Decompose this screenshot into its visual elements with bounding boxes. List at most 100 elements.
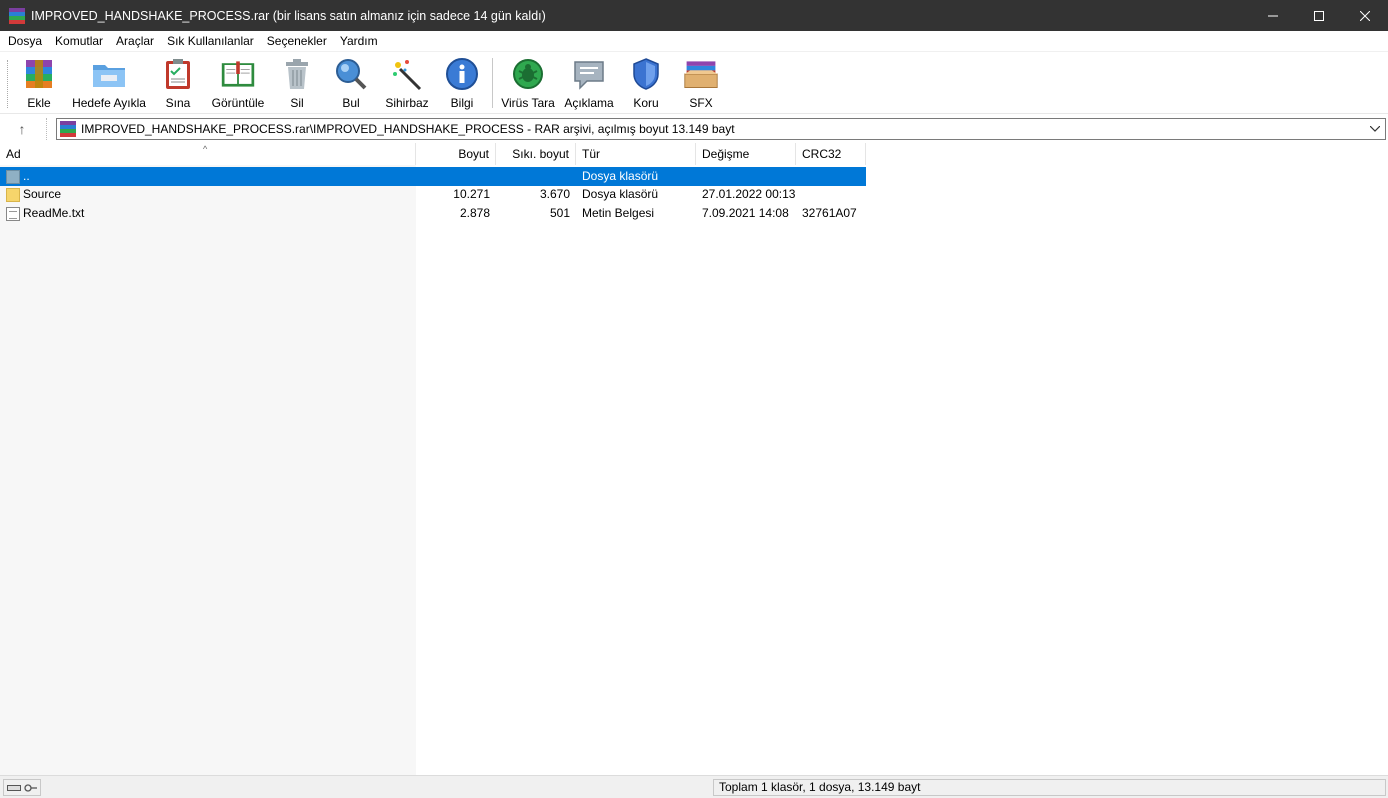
text-file-icon — [6, 206, 20, 221]
test-button[interactable]: Sına — [160, 56, 196, 112]
file-packed-size: 3.670 — [539, 187, 570, 201]
info-icon — [444, 56, 480, 92]
menu-bar: Dosya Komutlar Araçlar Sık Kullanılanlar… — [0, 31, 1388, 51]
find-button[interactable]: Bul — [332, 56, 370, 112]
view-button-label: Görüntüle — [211, 96, 265, 110]
sfx-box-icon — [683, 56, 719, 92]
trash-icon — [279, 56, 315, 92]
menu-araclar[interactable]: Araçlar — [110, 31, 161, 51]
sfx-button[interactable]: SFX — [678, 56, 724, 112]
status-summary: Toplam 1 klasör, 1 dosya, 13.149 bayt — [713, 779, 1386, 796]
file-crc: 32761A07 — [802, 206, 857, 220]
menu-secenekler[interactable]: Seçenekler — [261, 31, 334, 51]
file-packed-size: 501 — [549, 206, 570, 220]
toolbar-grip[interactable] — [7, 60, 9, 108]
file-crc — [796, 167, 866, 186]
shield-icon — [628, 56, 664, 92]
winrar-app-icon — [9, 7, 25, 24]
extract-folder-icon — [91, 56, 127, 92]
column-header-name[interactable]: Ad ^ — [0, 143, 416, 165]
protect-button[interactable]: Koru — [628, 56, 664, 112]
view-book-icon — [220, 56, 256, 92]
sfx-button-label: SFX — [689, 96, 713, 110]
delete-button-label: Sil — [290, 96, 304, 110]
file-row-readme[interactable]: ReadMe.txt 2.878 501 Metin Belgesi 7.09.… — [0, 204, 866, 223]
column-header-packed[interactable]: Sıkı. boyut — [496, 143, 576, 165]
virus-scan-button-label: Virüs Tara — [501, 96, 555, 110]
file-name: ReadMe.txt — [23, 206, 85, 220]
file-packed-size — [496, 167, 576, 186]
wizard-button-label: Sihirbaz — [385, 96, 429, 110]
menu-yardim[interactable]: Yardım — [334, 31, 385, 51]
file-row-parent[interactable]: .. Dosya klasörü — [0, 167, 866, 186]
address-bar: ↑ IMPROVED_HANDSHAKE_PROCESS.rar\IMPROVE… — [0, 113, 1388, 143]
address-grip[interactable] — [46, 118, 48, 140]
up-folder-button[interactable]: ↑ — [10, 119, 34, 139]
column-header-name-label: Ad — [6, 147, 21, 161]
file-size — [416, 167, 496, 186]
menu-sik-kullanilanlar[interactable]: Sık Kullanılanlar — [161, 31, 261, 51]
file-crc — [796, 185, 866, 204]
drive-icon — [6, 784, 21, 791]
protect-button-label: Koru — [633, 96, 659, 110]
file-list[interactable]: Ad ^ Boyut Sıkı. boyut Tür Değişme CRC32… — [0, 143, 1388, 775]
column-header-modified[interactable]: Değişme — [696, 143, 796, 165]
folder-icon — [6, 187, 20, 202]
file-size: 10.271 — [453, 187, 490, 201]
column-header-crc[interactable]: CRC32 — [796, 143, 866, 165]
magnifier-icon — [333, 56, 369, 92]
extract-to-button[interactable]: Hedefe Ayıkla — [70, 56, 148, 112]
info-button[interactable]: Bilgi — [444, 56, 480, 112]
column-header-row: Ad ^ Boyut Sıkı. boyut Tür Değişme CRC32 — [0, 143, 866, 165]
virus-scan-icon — [510, 56, 546, 92]
file-type: Metin Belgesi — [582, 206, 655, 220]
maximize-button[interactable] — [1296, 0, 1342, 31]
test-checklist-icon — [160, 56, 196, 92]
virus-scan-button[interactable]: Virüs Tara — [501, 56, 555, 112]
sort-ascending-icon: ^ — [203, 144, 208, 154]
add-archive-icon — [21, 56, 57, 92]
delete-button[interactable]: Sil — [280, 56, 314, 112]
address-dropdown-button[interactable] — [1368, 122, 1382, 136]
file-modified — [696, 167, 796, 186]
address-path: IMPROVED_HANDSHAKE_PROCESS.rar\IMPROVED_… — [81, 122, 735, 136]
menu-komutlar[interactable]: Komutlar — [49, 31, 110, 51]
file-type: Dosya klasörü — [582, 169, 659, 183]
find-button-label: Bul — [342, 96, 360, 110]
wizard-button[interactable]: Sihirbaz — [384, 56, 430, 112]
name-column-background — [0, 165, 416, 775]
comment-button[interactable]: Açıklama — [562, 56, 616, 112]
comment-icon — [571, 56, 607, 92]
file-row-source[interactable]: Source 10.271 3.670 Dosya klasörü 27.01.… — [0, 185, 866, 204]
status-bar: Toplam 1 klasör, 1 dosya, 13.149 bayt — [0, 775, 1388, 798]
wizard-wand-icon — [389, 56, 425, 92]
key-icon — [23, 783, 37, 792]
test-button-label: Sına — [165, 96, 191, 110]
minimize-button[interactable] — [1250, 0, 1296, 31]
extract-to-button-label: Hedefe Ayıkla — [72, 96, 146, 110]
close-icon — [1360, 10, 1370, 21]
address-field[interactable]: IMPROVED_HANDSHAKE_PROCESS.rar\IMPROVED_… — [56, 118, 1386, 140]
add-button-label: Ekle — [27, 96, 51, 110]
file-size: 2.878 — [459, 206, 490, 220]
file-modified: 27.01.2022 00:13 — [702, 187, 796, 201]
file-type: Dosya klasörü — [582, 187, 659, 201]
status-icons[interactable] — [3, 779, 41, 796]
view-button[interactable]: Görüntüle — [208, 56, 268, 112]
file-modified: 7.09.2021 14:08 — [702, 206, 789, 220]
file-name: .. — [23, 169, 30, 183]
chevron-down-icon — [1370, 126, 1380, 132]
title-bar: IMPROVED_HANDSHAKE_PROCESS.rar (bir lisa… — [0, 0, 1388, 31]
add-button[interactable]: Ekle — [18, 56, 60, 112]
toolbar-separator — [492, 58, 493, 108]
minimize-icon — [1268, 15, 1278, 16]
column-header-size[interactable]: Boyut — [416, 143, 496, 165]
column-header-type[interactable]: Tür — [576, 143, 696, 165]
window-title: IMPROVED_HANDSHAKE_PROCESS.rar (bir lisa… — [31, 8, 546, 23]
close-button[interactable] — [1342, 0, 1388, 31]
arrow-up-icon: ↑ — [18, 121, 26, 137]
comment-button-label: Açıklama — [564, 96, 614, 110]
menu-dosya[interactable]: Dosya — [2, 31, 49, 51]
toolbar: Ekle Hedefe Ayıkla Sına Görüntüle Sil Bu… — [0, 51, 1388, 113]
info-button-label: Bilgi — [450, 96, 474, 110]
